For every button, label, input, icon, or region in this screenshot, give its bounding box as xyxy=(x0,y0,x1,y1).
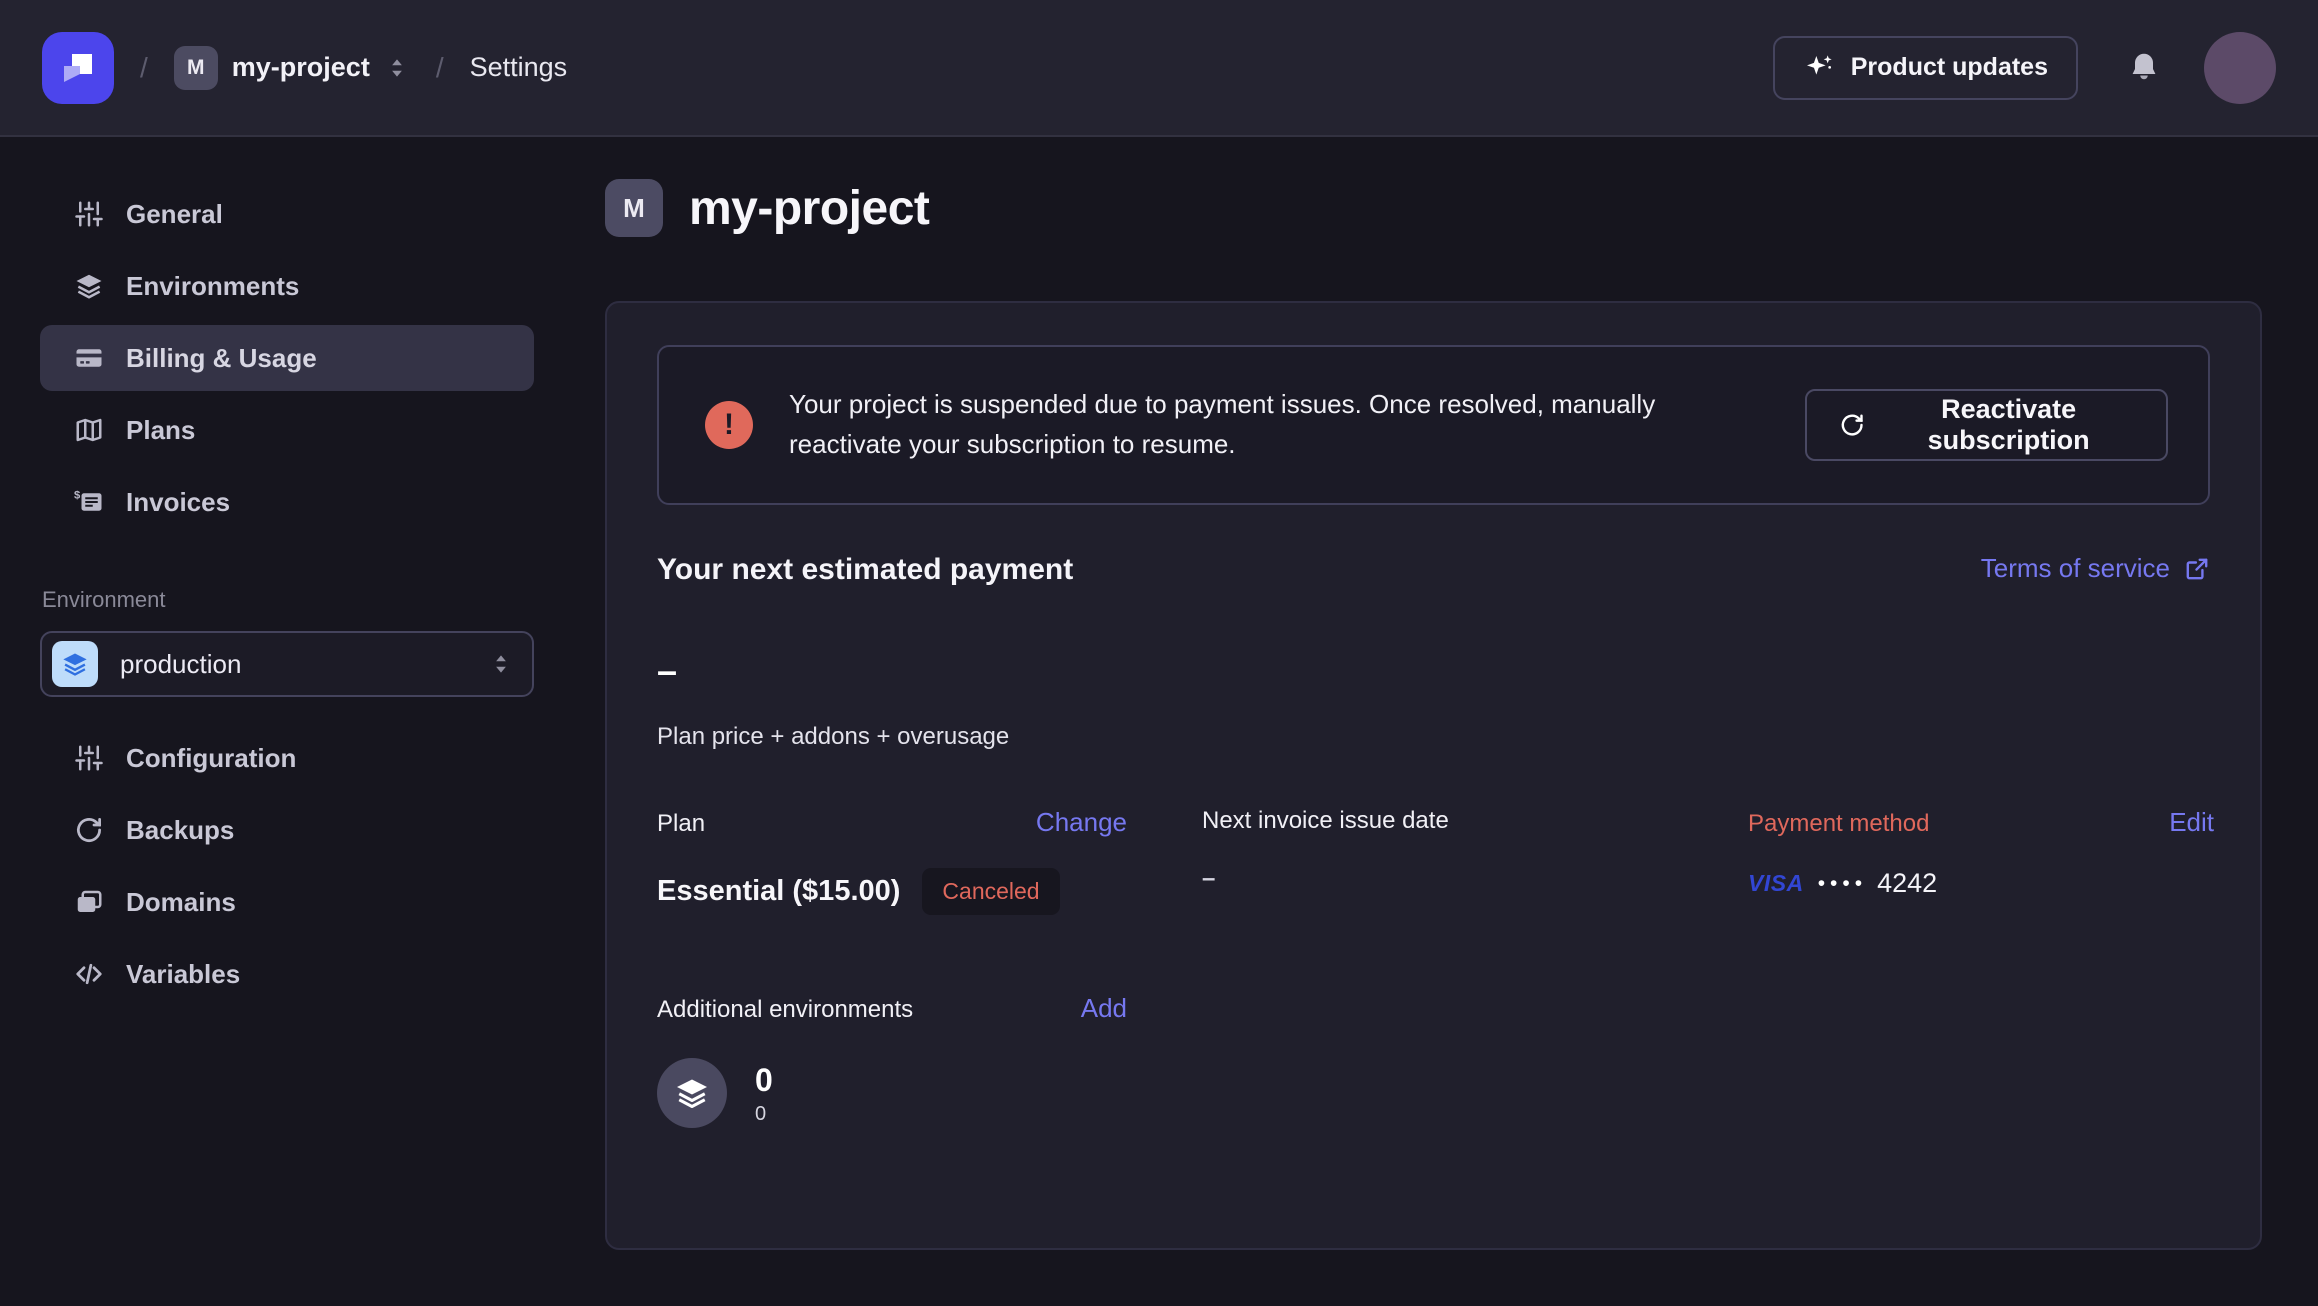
environment-chip xyxy=(52,641,98,687)
sidebar-item-configuration[interactable]: Configuration xyxy=(40,725,534,791)
main-content: M my-project ! Your project is suspended… xyxy=(572,137,2318,1306)
alert-message: Your project is suspended due to payment… xyxy=(789,385,1769,464)
sidebar-item-label: Environments xyxy=(126,271,299,302)
logo-mark-icon xyxy=(54,44,102,92)
environment-section-label: Environment xyxy=(42,587,534,613)
estimated-amount-value: – xyxy=(657,653,2210,689)
add-environment-link[interactable]: Add xyxy=(1081,993,1127,1024)
copy-icon xyxy=(74,887,104,917)
sliders-icon xyxy=(74,743,104,773)
environment-select-value: production xyxy=(120,649,466,680)
sidebar-item-backups[interactable]: Backups xyxy=(40,797,534,863)
sidebar-item-label: Configuration xyxy=(126,743,296,774)
layers-icon xyxy=(74,271,104,301)
page-title: my-project xyxy=(689,181,929,236)
sidebar-item-label: Plans xyxy=(126,415,195,446)
layers-icon xyxy=(61,650,89,678)
breadcrumb-separator: / xyxy=(140,52,148,84)
project-initial-badge: M xyxy=(605,179,663,237)
sidebar-item-label: Domains xyxy=(126,887,236,918)
sidebar-item-label: General xyxy=(126,199,223,230)
sidebar-item-environments[interactable]: Environments xyxy=(40,253,534,319)
terms-of-service-link[interactable]: Terms of service xyxy=(1981,553,2210,584)
svg-text:$: $ xyxy=(74,489,81,501)
sidebar-item-domains[interactable]: Domains xyxy=(40,869,534,935)
plan-label: Plan xyxy=(657,810,705,838)
sidebar-item-general[interactable]: General xyxy=(40,181,534,247)
additional-environments-section: Additional environments Add 0 0 xyxy=(657,993,2210,1128)
map-icon xyxy=(74,415,104,445)
product-updates-button[interactable]: Product updates xyxy=(1773,36,2078,100)
sliders-icon xyxy=(74,199,104,229)
payment-method-label: Payment method xyxy=(1748,810,1929,838)
additional-environments-label: Additional environments xyxy=(657,996,913,1024)
sidebar-item-plans[interactable]: Plans xyxy=(40,397,534,463)
breadcrumb-separator: / xyxy=(436,52,444,84)
rotate-cw-icon xyxy=(74,815,104,845)
next-invoice-column: Next invoice issue date – xyxy=(1202,807,1748,915)
project-initial-badge: M xyxy=(174,46,218,90)
sidebar-item-label: Billing & Usage xyxy=(126,343,317,374)
credit-card-icon xyxy=(74,343,104,373)
sidebar-item-billing-usage[interactable]: Billing & Usage xyxy=(40,325,534,391)
reactivate-subscription-button[interactable]: Reactivate subscription xyxy=(1805,389,2168,461)
invoice-icon: $ xyxy=(74,487,104,517)
change-plan-link[interactable]: Change xyxy=(1036,807,1127,838)
billing-details-grid: Plan Change Essential ($15.00) Canceled … xyxy=(657,807,2210,915)
sparkles-icon xyxy=(1803,52,1835,84)
sidebar-item-label: Invoices xyxy=(126,487,230,518)
environments-count: 0 xyxy=(755,1062,773,1099)
page-header: M my-project xyxy=(605,179,2318,237)
edit-payment-method-link[interactable]: Edit xyxy=(2169,807,2214,838)
next-invoice-value: – xyxy=(1202,865,1215,893)
next-invoice-label: Next invoice issue date xyxy=(1202,807,1449,835)
plan-column: Plan Change Essential ($15.00) Canceled xyxy=(657,807,1202,915)
suspension-alert: ! Your project is suspended due to payme… xyxy=(657,345,2210,505)
user-avatar[interactable] xyxy=(2204,32,2276,104)
product-updates-label: Product updates xyxy=(1851,53,2048,82)
settings-sidebar: General Environments Billing & Usage xyxy=(0,137,572,1306)
card-last4: 4242 xyxy=(1877,868,1937,899)
visa-brand-mark: VISA xyxy=(1748,870,1804,897)
rotate-cw-icon xyxy=(1839,409,1865,441)
estimated-amount-formula: Plan price + addons + overusage xyxy=(657,723,2210,751)
plan-value: Essential ($15.00) xyxy=(657,875,900,908)
chevrons-up-down-icon xyxy=(488,651,514,677)
reactivate-subscription-label: Reactivate subscription xyxy=(1883,394,2134,456)
breadcrumb-project-name: my-project xyxy=(232,52,370,83)
chevrons-up-down-icon xyxy=(384,55,410,81)
billing-card: ! Your project is suspended due to payme… xyxy=(605,301,2262,1250)
payment-method-column: Payment method Edit VISA •••• 4242 xyxy=(1748,807,2214,915)
terms-of-service-label: Terms of service xyxy=(1981,553,2170,584)
sidebar-item-label: Variables xyxy=(126,959,240,990)
breadcrumb-section: Settings xyxy=(470,52,568,83)
top-bar: / M my-project / Settings Product update… xyxy=(0,0,2318,137)
breadcrumb-project-switcher[interactable]: M my-project xyxy=(174,46,410,90)
layers-icon xyxy=(674,1075,710,1111)
card-number-dots: •••• xyxy=(1818,872,1867,896)
estimated-payment-heading: Your next estimated payment xyxy=(657,553,1073,587)
plan-status-badge: Canceled xyxy=(922,868,1059,915)
environments-count-badge xyxy=(657,1058,727,1128)
notifications-bell-icon[interactable] xyxy=(2126,50,2162,86)
environment-select[interactable]: production xyxy=(40,631,534,697)
app-logo[interactable] xyxy=(42,32,114,104)
code-icon xyxy=(74,959,104,989)
alert-exclamation-icon: ! xyxy=(705,401,753,449)
sidebar-item-label: Backups xyxy=(126,815,234,846)
sidebar-item-invoices[interactable]: $ Invoices xyxy=(40,469,534,535)
sidebar-item-variables[interactable]: Variables xyxy=(40,941,534,1007)
environments-subcount: 0 xyxy=(755,1103,773,1126)
external-link-icon xyxy=(2184,556,2210,582)
